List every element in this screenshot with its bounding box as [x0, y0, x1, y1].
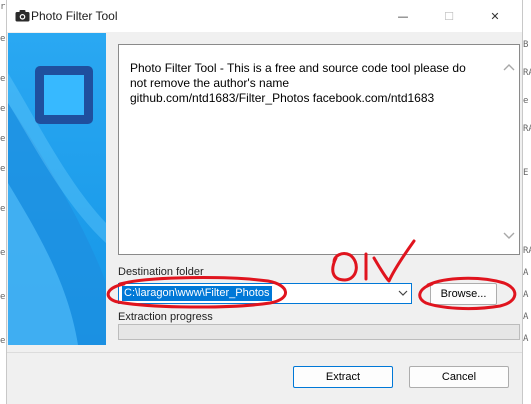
info-line: not remove the author's name — [130, 76, 290, 90]
background-text: E — [523, 168, 529, 178]
close-button[interactable]: ✕ — [472, 0, 518, 32]
background-text: e — [0, 292, 6, 302]
minimize-button[interactable]: — — [380, 0, 426, 32]
background-text: e — [0, 248, 6, 258]
background-text: e — [0, 134, 6, 144]
background-text: e — [0, 164, 6, 174]
close-icon: ✕ — [490, 9, 500, 23]
background-text: A — [523, 290, 529, 300]
app-logo — [35, 66, 93, 124]
background-text: e — [0, 336, 6, 346]
title-bar[interactable]: Photo Filter Tool — ☐ ✕ — [7, 0, 522, 32]
background-text: e — [0, 74, 6, 84]
background-text: e — [0, 204, 6, 214]
camera-icon — [15, 10, 30, 22]
background-text: RA — [523, 124, 531, 134]
info-textbox[interactable]: Photo Filter Tool - This is a free and s… — [118, 44, 520, 255]
background-text: A — [523, 334, 529, 344]
background-text: e — [523, 96, 529, 106]
destination-folder-combobox[interactable]: C:\laragon\www\Filter_Photos — [118, 283, 412, 304]
extraction-progress-bar — [118, 324, 520, 340]
side-banner — [8, 33, 106, 345]
background-text: e — [0, 104, 6, 114]
scroll-down-icon[interactable] — [503, 230, 515, 240]
background-text: B — [523, 40, 529, 50]
scroll-up-icon[interactable] — [503, 63, 515, 73]
info-text: Photo Filter Tool - This is a free and s… — [130, 61, 485, 106]
info-line: Photo Filter Tool - This is a free and s… — [130, 61, 466, 75]
background-window-right: B RA e RA E RA A A A A — [522, 0, 531, 404]
footer-divider — [7, 352, 522, 353]
background-text: RA — [523, 68, 531, 78]
background-text: RA — [523, 246, 531, 256]
minimize-icon: — — [397, 9, 409, 23]
photo-filter-tool-window: Photo Filter Tool — ☐ ✕ Photo Filter Too… — [6, 0, 523, 404]
cancel-button[interactable]: Cancel — [409, 366, 509, 388]
background-text: A — [523, 312, 529, 322]
destination-folder-label: Destination folder — [118, 266, 204, 278]
chevron-down-icon[interactable] — [398, 289, 408, 297]
maximize-icon: ☐ — [444, 9, 454, 23]
background-text: A — [523, 268, 529, 278]
info-line: github.com/ntd1683/Filter_Photos faceboo… — [130, 91, 435, 105]
extract-button[interactable]: Extract — [293, 366, 393, 388]
destination-folder-value[interactable]: C:\laragon\www\Filter_Photos — [122, 286, 272, 301]
browse-button[interactable]: Browse... — [430, 283, 497, 305]
background-text: e — [0, 34, 6, 44]
window-title: Photo Filter Tool — [31, 9, 118, 23]
extraction-progress-label: Extraction progress — [118, 311, 213, 323]
maximize-button[interactable]: ☐ — [426, 0, 472, 32]
